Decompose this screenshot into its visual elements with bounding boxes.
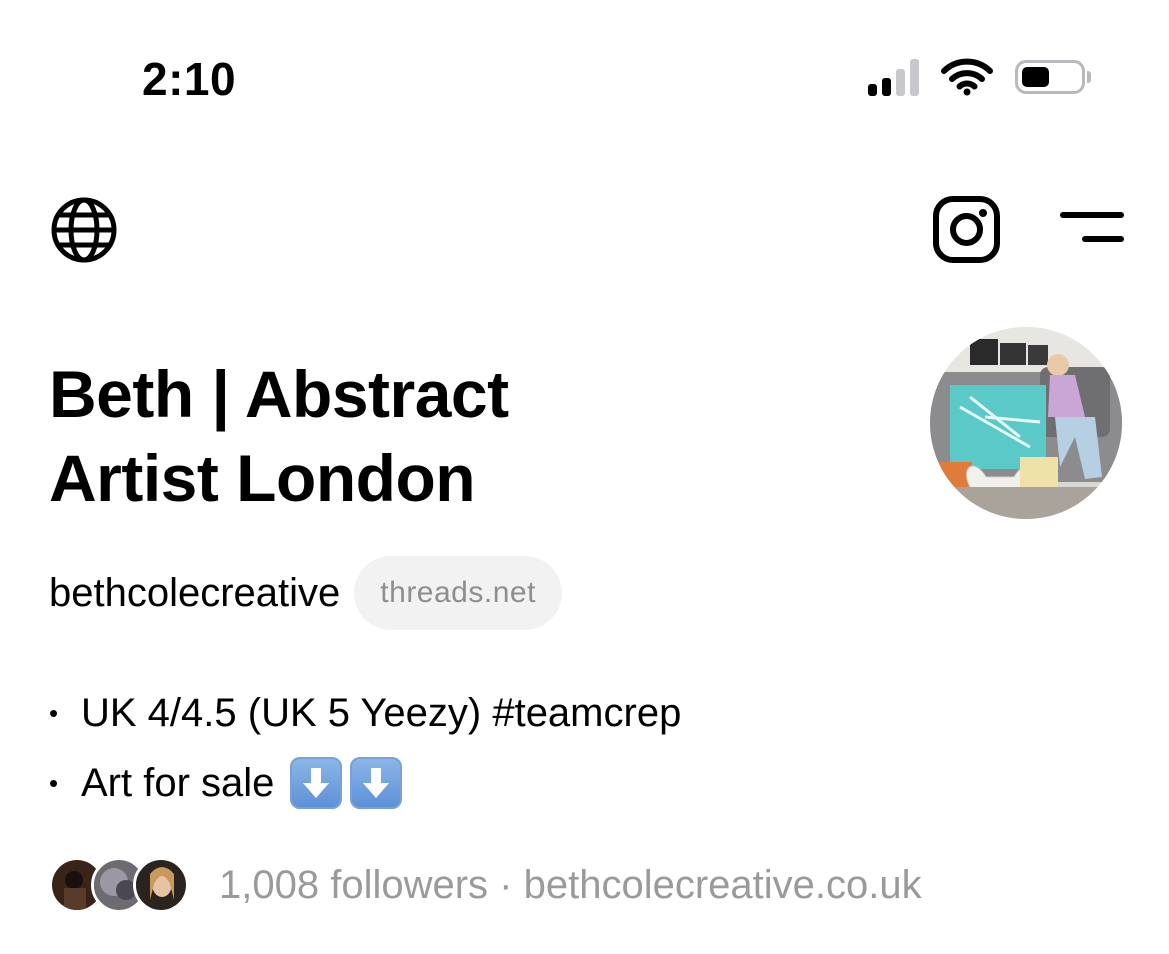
bio-line-text: Art for sale xyxy=(81,761,275,805)
bullet: • xyxy=(49,768,59,798)
bio-line: • Art for sale xyxy=(49,748,681,818)
status-time: 2:10 xyxy=(142,53,237,105)
profile-name: Beth | Abstract Artist London xyxy=(49,357,509,515)
profile-avatar[interactable] xyxy=(930,327,1122,519)
profile-handle: bethcolecreative xyxy=(49,571,341,615)
instagram-icon[interactable] xyxy=(933,196,1000,263)
signal-icon xyxy=(868,58,919,96)
wifi-icon xyxy=(941,58,993,96)
globe-icon[interactable] xyxy=(50,196,118,264)
followers-count[interactable]: 1,008 followers xyxy=(219,863,488,907)
profile-bio: • UK 4/4.5 (UK 5 Yeezy) #teamcrep • Art … xyxy=(49,678,681,818)
bio-line: • UK 4/4.5 (UK 5 Yeezy) #teamcrep xyxy=(49,678,681,748)
bio-line-text: UK 4/4.5 (UK 5 Yeezy) #teamcrep xyxy=(81,691,682,735)
handle-row: bethcolecreative threads.net xyxy=(49,556,562,630)
bullet: • xyxy=(49,698,59,728)
website-link[interactable]: bethcolecreative.co.uk xyxy=(524,863,922,907)
threads-profile-page: 2:10 Beth | Abstract Artist London bethc… xyxy=(0,0,1169,954)
followers-text: 1,008 followers · bethcolecreative.co.uk xyxy=(219,863,922,908)
menu-icon[interactable] xyxy=(1060,210,1124,244)
separator: · xyxy=(499,862,513,907)
followers-row: 1,008 followers · bethcolecreative.co.uk xyxy=(49,857,922,913)
follower-avatar xyxy=(133,857,189,913)
status-icons xyxy=(868,58,1091,96)
down-arrow-emoji xyxy=(350,757,403,809)
domain-badge[interactable]: threads.net xyxy=(354,556,562,630)
down-arrow-emoji xyxy=(290,757,343,809)
battery-icon xyxy=(1015,60,1091,94)
